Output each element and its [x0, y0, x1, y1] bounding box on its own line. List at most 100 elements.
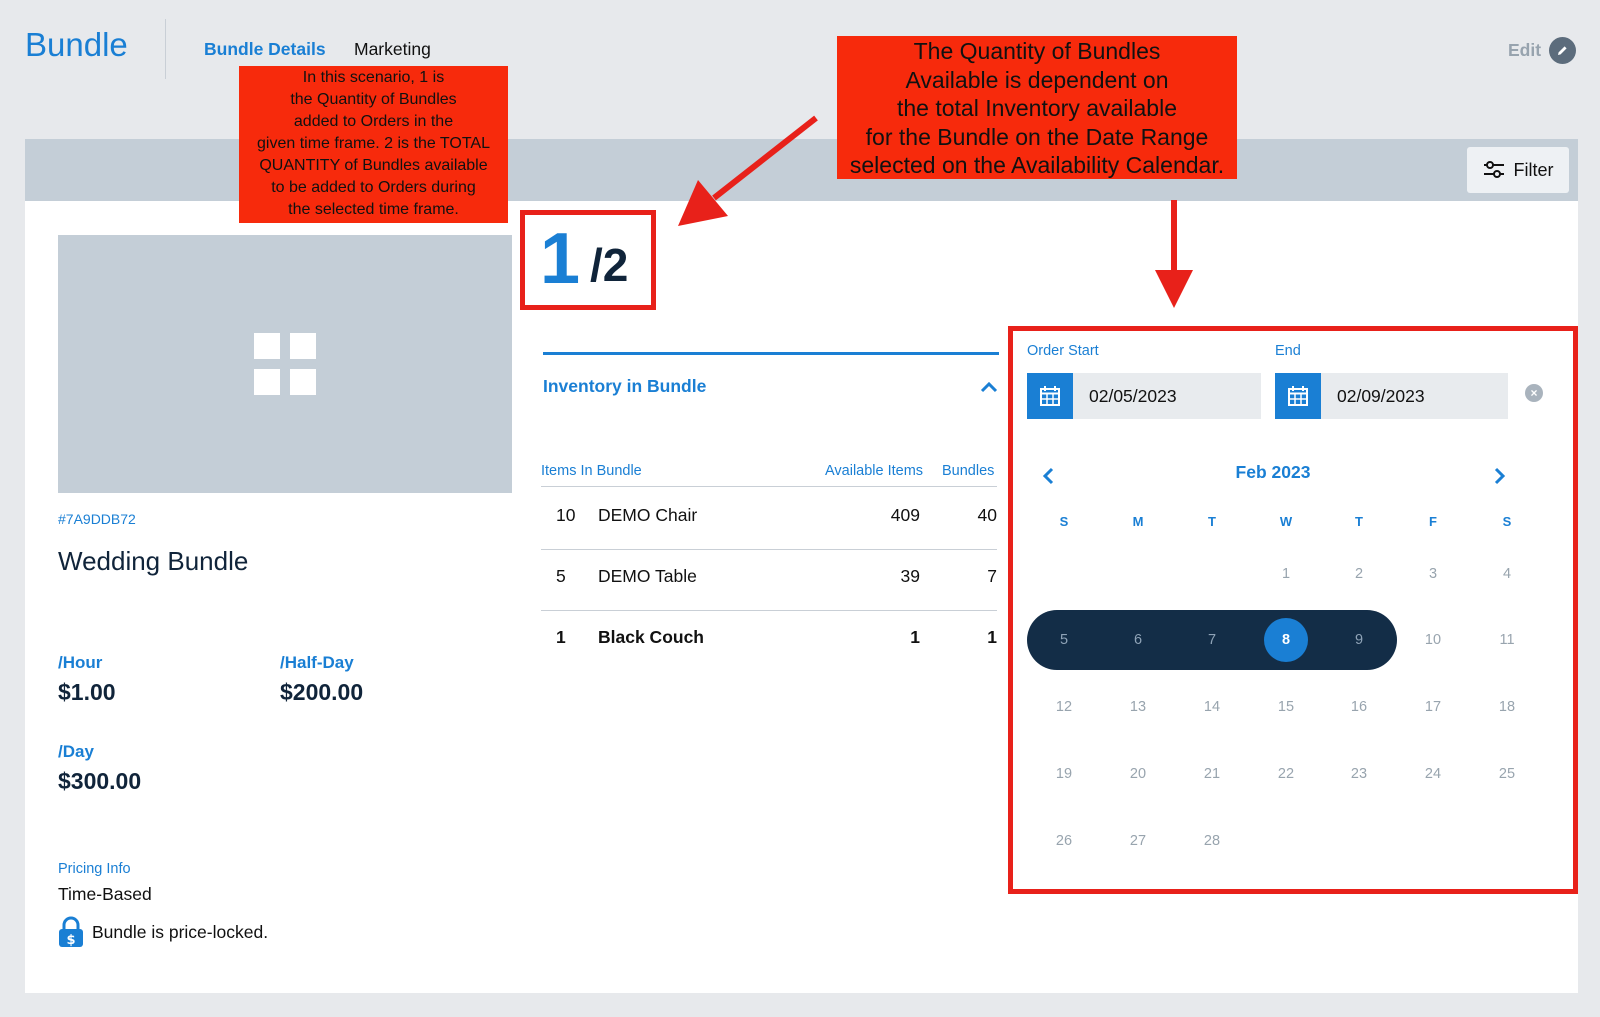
calendar-day[interactable]: 27 [1116, 833, 1160, 849]
annotation-line: selected on the Availability Calendar. [849, 152, 1225, 178]
calendar-day[interactable]: 21 [1190, 766, 1234, 782]
pencil-icon [1549, 37, 1577, 64]
annotation-line: to be added to Orders during [271, 179, 476, 196]
bundles-total-count: /2 [590, 239, 629, 291]
calendar-icon[interactable] [1027, 373, 1073, 419]
weekday-label: S [1502, 514, 1512, 529]
available-items: 1 [910, 627, 920, 647]
image-placeholder-icon [254, 333, 316, 395]
edit-label: Edit [1508, 40, 1542, 60]
bundles-available: 40 [977, 505, 997, 525]
annotation-line: for the Bundle on the Date Range [865, 123, 1209, 150]
price-label-day: /Day [58, 742, 94, 761]
svg-text:$: $ [66, 933, 75, 948]
price-label-hour: /Hour [58, 653, 103, 672]
calendar-day[interactable]: 2 [1337, 566, 1381, 582]
previous-month-icon[interactable] [1042, 467, 1054, 485]
item-name: Black Couch [598, 627, 704, 647]
calendar-day[interactable]: 26 [1042, 833, 1086, 849]
inventory-section-title[interactable]: Inventory in Bundle [543, 376, 706, 397]
item-quantity: 1 [556, 627, 566, 647]
calendar-day[interactable]: 18 [1485, 699, 1529, 715]
selected-day[interactable]: 8 [1264, 618, 1308, 662]
order-start-value: 02/05/2023 [1089, 385, 1177, 406]
calendar-day[interactable]: 5 [1042, 632, 1086, 648]
annotation-line: the selected time frame. [288, 201, 459, 218]
calendar-day[interactable]: 3 [1411, 566, 1455, 582]
calendar-day[interactable]: 13 [1116, 699, 1160, 715]
header-items-in-bundle: Items In Bundle [541, 463, 642, 479]
annotation-line: the total Inventory available [896, 95, 1177, 121]
annotation-quantity-explainer: In this scenario, 1 is the Quantity of B… [239, 66, 508, 223]
inventory-section-divider [543, 352, 999, 355]
calendar-icon[interactable] [1275, 373, 1321, 419]
sliders-icon [1483, 161, 1504, 178]
header-available-items: Available Items [825, 463, 924, 479]
calendar-day[interactable]: 7 [1190, 632, 1234, 648]
annotation-line: Available is dependent on [905, 66, 1169, 93]
weekday-label: F [1429, 514, 1437, 529]
tab-marketing[interactable]: Marketing [354, 39, 431, 60]
price-label-half-day: /Half-Day [280, 653, 354, 672]
price-lock-text: Bundle is price-locked. [92, 921, 269, 942]
calendar-day[interactable]: 4 [1485, 566, 1529, 582]
clear-dates-icon[interactable]: × [1525, 384, 1543, 402]
item-name: DEMO Chair [598, 505, 698, 525]
bundle-image-placeholder [58, 235, 512, 493]
weekday-label: T [1355, 514, 1363, 529]
price-value-hour: $1.00 [58, 679, 116, 705]
calendar-day[interactable]: 15 [1264, 699, 1308, 715]
table-row-divider [541, 549, 997, 550]
calendar-day[interactable]: 6 [1116, 632, 1160, 648]
order-end-value: 02/09/2023 [1337, 385, 1425, 406]
order-end-field[interactable]: 02/09/2023 [1275, 373, 1508, 419]
calendar-day[interactable]: 28 [1190, 833, 1234, 849]
filter-label: Filter [1513, 159, 1554, 180]
calendar-day[interactable]: 25 [1485, 766, 1529, 782]
annotation-line: In this scenario, 1 is [302, 69, 445, 86]
calendar-day[interactable]: 17 [1411, 699, 1455, 715]
calendar-day[interactable]: 10 [1411, 632, 1455, 648]
calendar-day[interactable]: 12 [1042, 699, 1086, 715]
pricing-info-label: Pricing Info [58, 861, 131, 877]
calendar-day[interactable]: 20 [1116, 766, 1160, 782]
annotation-line: The Quantity of Bundles [913, 38, 1161, 64]
item-quantity: 5 [556, 566, 566, 586]
pricing-info-value: Time-Based [58, 884, 152, 904]
item-quantity: 10 [556, 505, 576, 525]
calendar-day[interactable]: 23 [1337, 766, 1381, 782]
calendar-day[interactable]: 9 [1337, 632, 1381, 648]
calendar-day[interactable]: 1 [1264, 566, 1308, 582]
table-header-divider [541, 486, 997, 487]
weekday-label: T [1208, 514, 1216, 529]
weekday-label: W [1279, 514, 1293, 529]
calendar-day[interactable]: 24 [1411, 766, 1455, 782]
calendar-day[interactable]: 11 [1485, 632, 1529, 648]
available-items: 39 [900, 566, 920, 586]
calendar-day[interactable]: 19 [1042, 766, 1086, 782]
calendar-day[interactable]: 14 [1190, 699, 1234, 715]
tab-bundle-details[interactable]: Bundle Details [204, 39, 326, 60]
order-start-field[interactable]: 02/05/2023 [1027, 373, 1261, 419]
filter-button[interactable]: Filter [1467, 147, 1569, 193]
chevron-up-icon[interactable] [980, 381, 998, 393]
annotation-line: the Quantity of Bundles [290, 91, 457, 108]
calendar-day[interactable]: 16 [1337, 699, 1381, 715]
table-row-divider [541, 610, 997, 611]
end-label: End [1275, 343, 1301, 359]
calendar-month-label: Feb 2023 [1235, 462, 1311, 482]
header-divider [165, 19, 166, 79]
price-value-half-day: $200.00 [280, 679, 364, 705]
next-month-icon[interactable] [1494, 467, 1506, 485]
annotation-availability-explainer: The Quantity of Bundles Available is dep… [837, 36, 1237, 179]
order-start-label: Order Start [1027, 343, 1099, 359]
calendar-day[interactable]: 22 [1264, 766, 1308, 782]
edit-button[interactable]: Edit [1508, 37, 1577, 64]
price-value-day: $300.00 [58, 768, 142, 794]
page-title: Bundle [25, 26, 128, 63]
bundle-name: Wedding Bundle [58, 546, 249, 576]
weekday-label: M [1132, 514, 1144, 529]
price-lock-icon: $ [59, 916, 83, 948]
annotation-line: given time frame. 2 is the TOTAL [257, 135, 490, 152]
header-bundles: Bundles [942, 463, 995, 479]
